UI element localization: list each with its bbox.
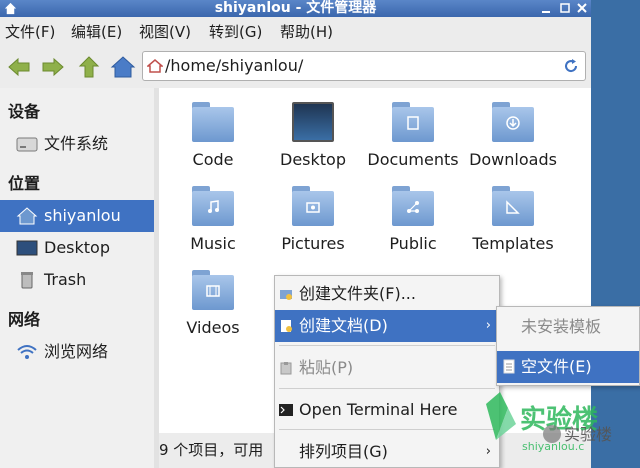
location-path[interactable]: /home/shiyanlou/ xyxy=(165,56,303,76)
empty-file-icon xyxy=(503,359,515,374)
sidebar-item-browse-network[interactable]: 浏览网络 xyxy=(0,336,154,368)
forward-arrow-icon[interactable] xyxy=(40,54,66,80)
watermark-wechat: 实验楼 xyxy=(564,425,612,444)
file-name: Templates xyxy=(472,234,554,253)
sidebar-item-label: 文件系统 xyxy=(44,134,109,153)
sidebar-item-filesystem[interactable]: 文件系统 xyxy=(0,128,154,160)
folder-pictures[interactable]: Pictures xyxy=(263,186,363,254)
menu-file[interactable]: 文件(F) xyxy=(5,22,55,42)
documents-folder-icon xyxy=(392,102,434,142)
menu-item-no-templates: 未安装模板 xyxy=(497,311,639,343)
menu-item-label: 创建文档(D) xyxy=(299,316,388,335)
watermark: 实验楼 shiyanlou.c 实验楼 xyxy=(470,384,640,468)
public-folder-icon xyxy=(392,186,434,226)
folder-music[interactable]: Music xyxy=(163,186,263,254)
menu-item-label: 创建文件夹(F)... xyxy=(299,284,416,303)
file-name: Pictures xyxy=(281,234,345,253)
menu-item-create-document[interactable]: 创建文档(D) › xyxy=(275,310,499,342)
sidebar-heading-devices: 设备 xyxy=(8,102,41,121)
sidebar-item-trash[interactable]: Trash xyxy=(0,264,154,296)
sidebar-heading-network: 网络 xyxy=(8,310,41,329)
up-arrow-icon[interactable] xyxy=(76,54,102,80)
new-document-icon xyxy=(281,320,292,332)
title-bar[interactable]: shiyanlou - 文件管理器 xyxy=(0,0,591,17)
context-menu: 创建文件夹(F)... 创建文档(D) › 粘贴(P) Open Termina… xyxy=(274,275,500,468)
menu-item-label: 空文件(E) xyxy=(521,357,592,376)
downloads-folder-icon xyxy=(492,102,534,142)
folder-icon xyxy=(192,102,234,142)
folder-downloads[interactable]: Downloads xyxy=(463,102,563,170)
menu-bar: 文件(F) 编辑(E) 视图(V) 转到(G) 帮助(H) xyxy=(0,17,591,47)
drive-icon xyxy=(16,137,38,152)
sidebar-item-label: Desktop xyxy=(44,238,110,257)
folder-public[interactable]: Public xyxy=(363,186,463,254)
folder-templates[interactable]: Templates xyxy=(463,186,563,254)
menu-item-paste[interactable]: 粘贴(P) xyxy=(275,352,499,384)
menu-item-arrange-items[interactable]: 排列项目(G) › xyxy=(275,436,499,468)
trash-icon xyxy=(21,272,33,289)
sidebar-item-label: 浏览网络 xyxy=(44,342,109,361)
menu-help[interactable]: 帮助(H) xyxy=(280,22,333,42)
desktop-folder-icon xyxy=(292,102,334,142)
menu-separator xyxy=(279,345,495,346)
create-document-submenu: 未安装模板 空文件(E) xyxy=(496,306,640,386)
menu-item-label: 排列项目(G) xyxy=(299,442,388,461)
menu-edit[interactable]: 编辑(E) xyxy=(71,22,122,42)
menu-separator xyxy=(279,429,495,430)
maximize-icon[interactable] xyxy=(558,1,572,15)
templates-folder-icon xyxy=(492,186,534,226)
window-title: shiyanlou - 文件管理器 xyxy=(214,0,377,16)
minimize-icon[interactable] xyxy=(539,1,553,15)
menu-item-empty-file[interactable]: 空文件(E) xyxy=(497,351,639,383)
menu-item-open-terminal[interactable]: Open Terminal Here xyxy=(275,394,499,426)
file-name: Videos xyxy=(186,318,240,337)
watermark-logo: 实验楼 shiyanlou.c 实验楼 xyxy=(486,392,612,453)
file-name: Documents xyxy=(367,150,459,169)
location-bar[interactable]: /home/shiyanlou/ xyxy=(142,51,586,81)
status-text: 9 个项目，可用 xyxy=(159,441,264,459)
sidebar-item-home[interactable]: shiyanlou xyxy=(0,200,154,232)
sidebar: 设备 文件系统 位置 shiyanlou Desktop Trash 网络 浏览… xyxy=(0,88,154,468)
folder-documents[interactable]: Documents xyxy=(363,102,463,170)
folder-code[interactable]: Code xyxy=(163,102,263,170)
terminal-icon xyxy=(279,404,293,416)
videos-folder-icon xyxy=(192,270,234,310)
sidebar-item-desktop[interactable]: Desktop xyxy=(0,232,154,264)
sidebar-heading-places: 位置 xyxy=(8,174,41,193)
folder-desktop[interactable]: Desktop xyxy=(263,102,363,170)
menu-item-create-folder[interactable]: 创建文件夹(F)... xyxy=(275,278,499,310)
menu-go[interactable]: 转到(G) xyxy=(209,22,262,42)
menu-item-label: 粘贴(P) xyxy=(299,358,354,377)
menu-item-label: 未安装模板 xyxy=(521,317,602,336)
home-icon[interactable] xyxy=(110,54,136,80)
toolbar: /home/shiyanlou/ xyxy=(0,47,591,87)
paste-icon xyxy=(280,362,292,375)
file-name: Music xyxy=(190,234,236,253)
menu-view[interactable]: 视图(V) xyxy=(139,22,191,42)
file-name: Downloads xyxy=(469,150,557,169)
back-arrow-icon[interactable] xyxy=(6,54,32,80)
reload-icon[interactable] xyxy=(563,58,579,74)
folder-videos[interactable]: Videos xyxy=(163,270,263,338)
music-folder-icon xyxy=(192,186,234,226)
sidebar-item-label: shiyanlou xyxy=(44,206,121,225)
pictures-folder-icon xyxy=(292,186,334,226)
new-folder-icon xyxy=(280,290,292,300)
menu-item-label: Open Terminal Here xyxy=(299,400,458,419)
file-name: Desktop xyxy=(280,150,346,169)
desktop-icon xyxy=(16,240,38,256)
close-icon[interactable] xyxy=(575,1,589,15)
submenu-arrow-icon: › xyxy=(485,318,491,333)
wifi-icon xyxy=(17,345,37,359)
sidebar-item-label: Trash xyxy=(44,270,87,289)
home-folder-icon xyxy=(16,207,38,225)
file-name: Public xyxy=(389,234,437,253)
menu-separator xyxy=(279,388,495,389)
location-home-icon xyxy=(147,59,163,73)
file-name: Code xyxy=(192,150,234,169)
